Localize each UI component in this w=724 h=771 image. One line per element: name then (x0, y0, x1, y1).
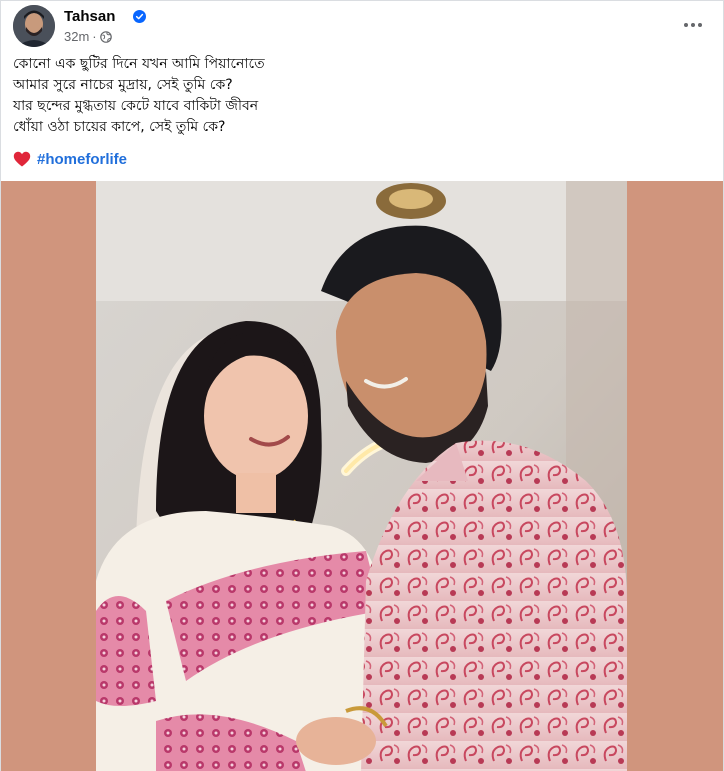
facebook-post: Tahsan 32m · কোনো এক ছুটির দিনে যখন আমি … (0, 0, 724, 771)
post-caption: কোনো এক ছুটির দিনে যখন আমি পিয়ানোতে আমা… (13, 54, 713, 138)
post-header: Tahsan 32m · (13, 5, 713, 49)
post-photo[interactable] (96, 181, 627, 771)
post-timestamp[interactable]: 32m (64, 29, 89, 44)
meta-separator: · (92, 29, 97, 44)
hashtag-row: #homeforlife (13, 148, 127, 170)
caption-line: আমার সুরে নাচের মুদ্রায়, সেই তুমি কে? (13, 77, 233, 93)
hashtag-link[interactable]: #homeforlife (37, 151, 127, 168)
post-media[interactable] (1, 181, 723, 771)
author-name[interactable]: Tahsan (64, 8, 115, 25)
caption-line: ধোঁয়া ওঠা চায়ের কাপে, সেই তুমি কে? (13, 119, 226, 135)
caption-line: যার ছন্দের মুগ্ধতায় কেটে যাবে বাকিটা জী… (13, 98, 259, 114)
more-options-button[interactable] (679, 11, 707, 39)
more-options-icon (684, 23, 702, 27)
caption-line: কোনো এক ছুটির দিনে যখন আমি পিয়ানোতে (13, 56, 265, 72)
red-heart-icon (13, 151, 31, 167)
globe-icon (99, 30, 112, 43)
verified-badge-icon (133, 10, 146, 23)
post-meta: 32m · (64, 29, 112, 44)
author-avatar[interactable] (13, 5, 55, 47)
